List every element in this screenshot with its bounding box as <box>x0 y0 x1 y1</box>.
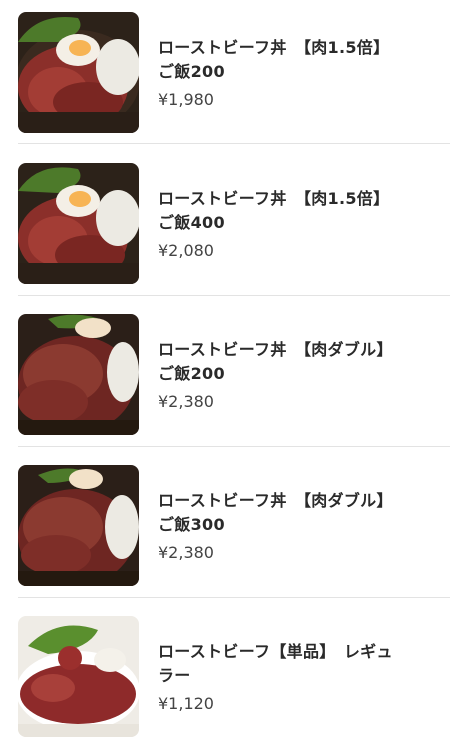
menu-item[interactable]: ローストビーフ丼 【肉ダブル】 ご飯200 ¥2,380 <box>18 304 450 444</box>
item-name: ローストビーフ丼 【肉1.5倍】ご飯200 <box>158 37 390 81</box>
item-name: ローストビーフ【単品】 レギュラー <box>158 641 393 685</box>
item-name: ローストビーフ丼 【肉1.5倍】ご飯400 <box>158 188 390 232</box>
menu-list: ローストビーフ丼 【肉1.5倍】ご飯200 ¥1,980 ローストビーフ丼 【肉… <box>0 0 450 749</box>
item-name: ローストビーフ丼 【肉ダブル】 ご飯200 <box>158 339 402 383</box>
menu-item[interactable]: ローストビーフ丼 【肉1.5倍】ご飯200 ¥1,980 <box>18 2 450 142</box>
item-price: ¥2,080 <box>158 240 214 260</box>
item-price: ¥1,120 <box>158 693 214 713</box>
divider <box>18 597 450 598</box>
divider <box>18 295 450 296</box>
menu-item[interactable]: ローストビーフ丼 【肉1.5倍】ご飯400 ¥2,080 <box>18 153 450 293</box>
food-photo <box>18 313 139 435</box>
food-photo <box>18 464 139 586</box>
food-photo <box>18 615 139 737</box>
menu-item[interactable]: ローストビーフ丼 【肉ダブル】 ご飯300 ¥2,380 <box>18 455 450 595</box>
menu-item[interactable]: ローストビーフ【単品】 レギュラー ¥1,120 <box>18 606 450 746</box>
divider <box>18 446 450 447</box>
food-photo <box>18 162 139 284</box>
item-price: ¥2,380 <box>158 391 214 411</box>
divider <box>18 143 450 144</box>
food-photo <box>18 11 139 133</box>
item-name: ローストビーフ丼 【肉ダブル】 ご飯300 <box>158 490 402 534</box>
item-price: ¥2,380 <box>158 542 214 562</box>
item-price: ¥1,980 <box>158 89 214 109</box>
